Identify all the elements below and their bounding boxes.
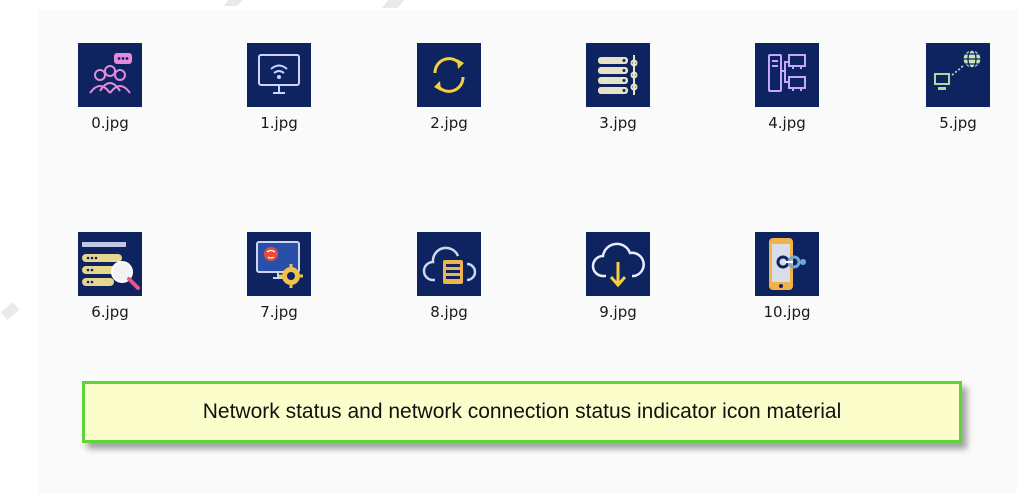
file-name: 9.jpg xyxy=(599,303,637,321)
file-name: 3.jpg xyxy=(599,114,637,132)
file-thumbnail[interactable] xyxy=(755,43,819,107)
file-thumbnail[interactable] xyxy=(586,43,650,107)
file-name: 2.jpg xyxy=(430,114,468,132)
file-thumbnail[interactable] xyxy=(78,232,142,296)
cloud-server-icon xyxy=(422,246,477,284)
watermark-mark xyxy=(0,302,20,320)
file-thumbnail[interactable] xyxy=(755,232,819,296)
file-name: 0.jpg xyxy=(91,114,129,132)
caption-banner: Network status and network connection st… xyxy=(82,381,962,443)
file-name: 1.jpg xyxy=(260,114,298,132)
computer-globe-icon xyxy=(934,49,982,90)
server-search-icon xyxy=(82,242,140,290)
users-chat-icon xyxy=(89,53,132,94)
monitor-wifi-icon xyxy=(258,54,300,94)
monitor-settings-icon xyxy=(256,241,303,288)
file-thumbnail[interactable] xyxy=(926,43,990,107)
refresh-sync-icon xyxy=(433,57,465,93)
file-name: 8.jpg xyxy=(430,303,468,321)
file-thumbnail[interactable] xyxy=(417,232,481,296)
file-thumbnail[interactable] xyxy=(247,43,311,107)
network-computers-icon xyxy=(768,54,806,92)
file-name: 6.jpg xyxy=(91,303,129,321)
file-name: 4.jpg xyxy=(768,114,806,132)
file-thumbnail[interactable] xyxy=(586,232,650,296)
phone-link-icon xyxy=(769,238,806,290)
file-name: 10.jpg xyxy=(763,303,811,321)
watermark-mark xyxy=(223,0,243,6)
file-thumbnail[interactable] xyxy=(78,43,142,107)
file-name: 7.jpg xyxy=(260,303,298,321)
file-name: 5.jpg xyxy=(939,114,977,132)
server-rack-icon xyxy=(598,55,638,95)
watermark-mark xyxy=(381,0,405,8)
file-thumbnail[interactable] xyxy=(247,232,311,296)
cloud-download-icon xyxy=(591,242,645,288)
file-thumbnail[interactable] xyxy=(417,43,481,107)
